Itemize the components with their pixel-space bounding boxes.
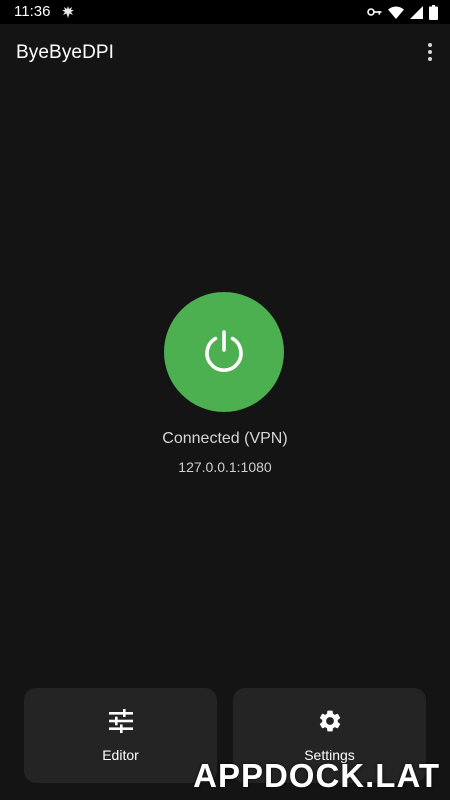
more-options-button[interactable] [418, 38, 442, 66]
watermark-text: APPDOCK.LAT [193, 757, 440, 794]
app-screen: 11:36 ByeByeDPI Connected (VPN) 127.0.0.… [0, 0, 450, 800]
connection-status: Connected (VPN) [162, 430, 288, 447]
app-notification-icon [60, 4, 76, 20]
app-title: ByeByeDPI [16, 42, 115, 63]
status-time: 11:36 [14, 3, 51, 20]
more-vert-icon [428, 43, 432, 61]
proxy-address: 127.0.0.1:1080 [178, 459, 272, 475]
gear-icon [233, 708, 426, 734]
editor-button[interactable]: Editor [24, 688, 217, 783]
power-icon [205, 330, 243, 373]
battery-icon [429, 4, 438, 20]
connect-toggle-button[interactable] [164, 292, 284, 412]
status-icons [367, 4, 438, 20]
app-bar: ByeByeDPI [0, 24, 450, 80]
wifi-icon [388, 6, 404, 19]
status-bar: 11:36 [0, 0, 450, 24]
vpn-key-icon [367, 6, 382, 18]
editor-label: Editor [102, 747, 139, 763]
tune-sliders-icon [24, 708, 217, 734]
cellular-signal-icon [410, 5, 423, 19]
